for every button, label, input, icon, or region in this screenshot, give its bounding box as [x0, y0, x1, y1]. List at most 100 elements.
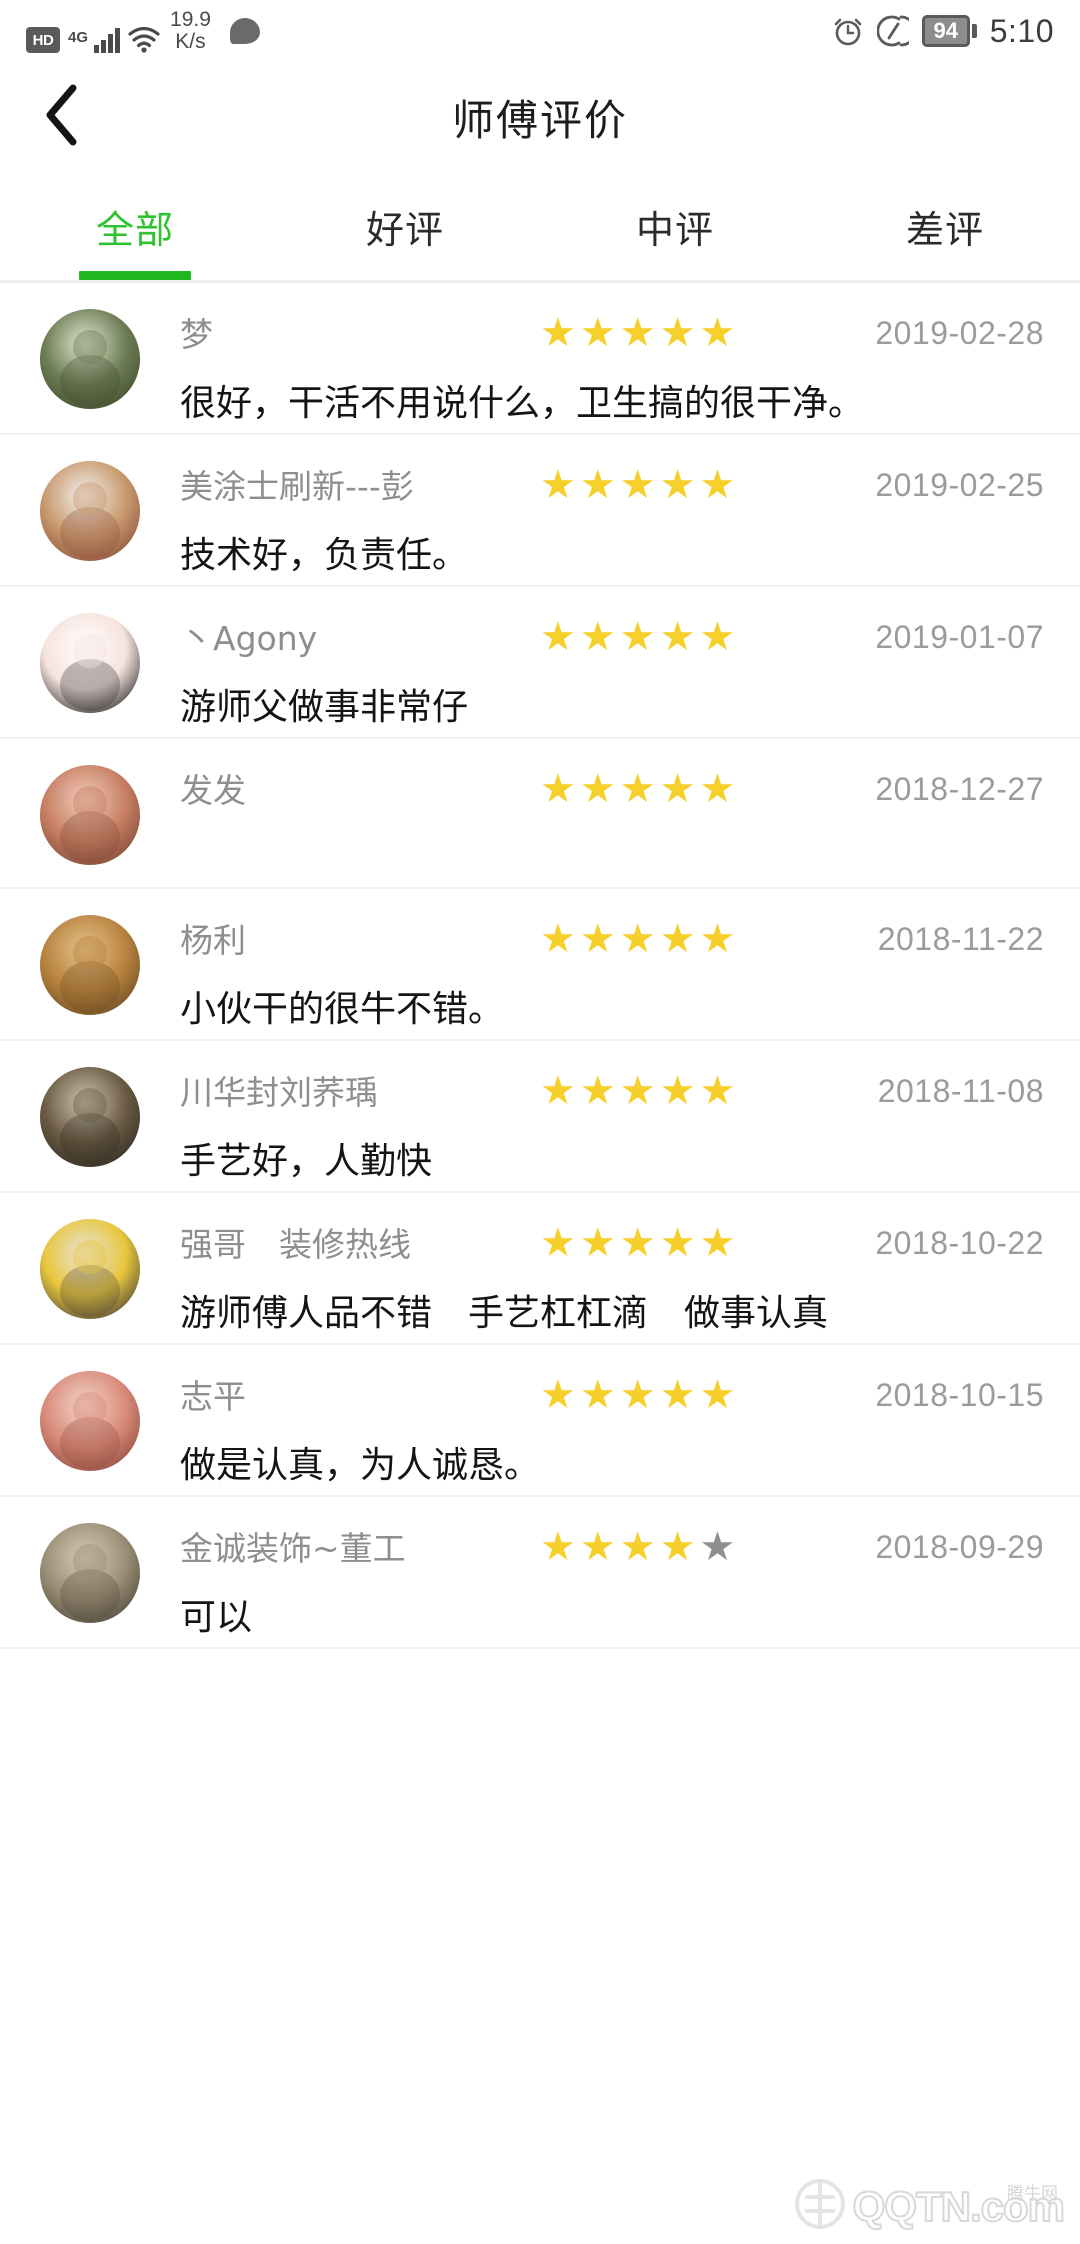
- star-icon: ★: [579, 311, 616, 355]
- review-list: 梦 ★ ★ ★ ★ ★ 2019-02-28 很好，干活不用说什么，卫生搞的很干净。 美涂士刷新…: [0, 283, 1080, 1649]
- tab-bar: 全部 好评 中评 差评: [0, 172, 1080, 280]
- rating-stars: ★ ★ ★ ★ ★: [540, 1373, 735, 1417]
- review-comment: 技术好，负责任。: [180, 535, 469, 576]
- star-icon: ★: [540, 463, 576, 507]
- star-icon: ★: [540, 1221, 576, 1265]
- nav-bar: 师傅评价: [0, 62, 1080, 172]
- star-icon: ★: [619, 311, 656, 355]
- review-date: 2018-09-29: [875, 1529, 1044, 1565]
- star-icon: ★: [699, 1221, 736, 1265]
- review-item[interactable]: 强哥 装修热线 ★ ★ ★ ★ ★ 2018-10-22 游师傅人品不错 手艺杠杠滴 做事认真: [0, 1193, 1080, 1343]
- star-icon: ★: [659, 615, 696, 659]
- review-date: 2019-02-25: [875, 467, 1044, 503]
- status-bar-right: 94 5:10: [832, 13, 1054, 50]
- chevron-left-icon: [42, 83, 82, 152]
- star-icon: ★: [699, 463, 736, 507]
- dnd-icon: [876, 15, 917, 47]
- reviewer-name: 志平: [180, 1377, 246, 1416]
- watermark-text: QQTN.com: [852, 2182, 1066, 2231]
- battery-level: 94: [921, 15, 970, 47]
- star-icon: ★: [699, 1525, 736, 1569]
- review-date: 2019-02-28: [875, 315, 1044, 351]
- tab-positive-label: 好评: [365, 207, 444, 252]
- review-divider: [0, 1647, 1080, 1649]
- clock: 5:10: [989, 12, 1054, 49]
- rating-stars: ★ ★ ★ ★ ★: [540, 917, 735, 961]
- wifi-icon: [127, 25, 161, 53]
- star-icon: ★: [659, 917, 696, 961]
- reviewer-name: 美涂士刷新---彭: [180, 467, 414, 506]
- watermark-subtext: 腾牛网: [1007, 2183, 1058, 2203]
- star-icon: ★: [699, 311, 736, 355]
- star-icon: ★: [619, 1221, 656, 1265]
- star-icon: ★: [659, 767, 696, 811]
- star-icon: ★: [579, 615, 616, 659]
- star-icon: ★: [619, 615, 656, 659]
- review-comment: 手艺好，人勤快: [180, 1141, 433, 1182]
- star-icon: ★: [579, 463, 616, 507]
- reviewer-name: 强哥 装修热线: [180, 1225, 411, 1264]
- review-date: 2018-11-08: [877, 1073, 1044, 1109]
- status-bar: HD 4G 19.9 K/s 94 5:10: [0, 0, 1080, 62]
- review-item[interactable]: 发发 ★ ★ ★ ★ ★ 2018-12-27: [0, 739, 1080, 887]
- star-icon: ★: [579, 1525, 616, 1569]
- review-item[interactable]: 金诚装饰~董工 ★ ★ ★ ★ ★ 2018-09-29 可以: [0, 1497, 1080, 1647]
- review-date: 2019-01-07: [875, 619, 1044, 655]
- rating-stars: ★ ★ ★ ★ ★: [540, 767, 735, 811]
- avatar: [40, 461, 140, 561]
- back-button[interactable]: [26, 81, 98, 153]
- message-bubble-icon: [229, 18, 260, 44]
- review-comment: 做是认真，为人诚恳。: [180, 1445, 541, 1486]
- star-icon: ★: [540, 1525, 576, 1569]
- avatar: [40, 613, 140, 713]
- tab-all-label: 全部: [95, 207, 174, 252]
- star-icon: ★: [619, 767, 656, 811]
- review-comment: 可以: [180, 1597, 253, 1638]
- battery-cap: [971, 24, 977, 38]
- star-icon: ★: [540, 615, 576, 659]
- star-icon: ★: [659, 1221, 696, 1265]
- star-icon: ★: [659, 1525, 696, 1569]
- review-item[interactable]: 梦 ★ ★ ★ ★ ★ 2019-02-28 很好，干活不用说什么，卫生搞的很干净。: [0, 283, 1080, 433]
- avatar: [40, 1219, 140, 1319]
- review-comment: 游师父做事非常仔: [180, 687, 469, 728]
- tab-all[interactable]: 全部: [0, 172, 270, 280]
- star-icon: ★: [619, 1373, 656, 1417]
- tab-positive[interactable]: 好评: [270, 172, 540, 280]
- review-date: 2018-10-15: [875, 1377, 1044, 1413]
- review-date: 2018-10-22: [875, 1225, 1044, 1261]
- star-icon: ★: [619, 917, 656, 961]
- star-icon: ★: [540, 1373, 576, 1417]
- review-item[interactable]: 川华封刘荞瑀 ★ ★ ★ ★ ★ 2018-11-08 手艺好，人勤快: [0, 1041, 1080, 1191]
- star-icon: ★: [699, 767, 736, 811]
- rating-stars: ★ ★ ★ ★ ★: [540, 1525, 735, 1569]
- app-root: HD 4G 19.9 K/s 94 5:10 师傅评价 全部 好评 中评 差评 …: [0, 0, 1080, 2244]
- star-icon: ★: [619, 1069, 656, 1113]
- review-item[interactable]: 美涂士刷新---彭 ★ ★ ★ ★ ★ 2019-02-25 技术好，负责任。: [0, 435, 1080, 585]
- avatar: [40, 1371, 140, 1471]
- review-date: 2018-11-22: [877, 921, 1044, 957]
- tab-neutral[interactable]: 中评: [540, 172, 810, 280]
- tab-neutral-label: 中评: [635, 207, 714, 252]
- review-item[interactable]: 丶Agony ★ ★ ★ ★ ★ 2019-01-07 游师父做事非常仔: [0, 587, 1080, 737]
- review-comment: 很好，干活不用说什么，卫生搞的很干净。: [180, 383, 865, 424]
- star-icon: ★: [579, 1373, 616, 1417]
- tab-negative[interactable]: 差评: [810, 172, 1080, 280]
- review-comment: 小伙干的很牛不错。: [180, 989, 505, 1030]
- star-icon: ★: [619, 1525, 656, 1569]
- star-icon: ★: [579, 767, 616, 811]
- star-icon: ★: [659, 1069, 696, 1113]
- review-date: 2018-12-27: [875, 771, 1044, 807]
- avatar: [40, 915, 140, 1015]
- star-icon: ★: [540, 767, 576, 811]
- review-item[interactable]: 杨利 ★ ★ ★ ★ ★ 2018-11-22 小伙干的很牛不错。: [0, 889, 1080, 1039]
- review-item[interactable]: 志平 ★ ★ ★ ★ ★ 2018-10-15 做是认真，为人诚恳。: [0, 1345, 1080, 1495]
- star-icon: ★: [659, 311, 696, 355]
- review-comment: 游师傅人品不错 手艺杠杠滴 做事认真: [180, 1293, 829, 1334]
- network-type-label: 4G: [68, 29, 89, 46]
- reviewer-name: 川华封刘荞瑀: [180, 1073, 378, 1112]
- star-icon: ★: [579, 1069, 616, 1113]
- network-speed-value: 19.9: [170, 8, 211, 31]
- avatar: [40, 765, 140, 865]
- star-icon: ★: [699, 615, 736, 659]
